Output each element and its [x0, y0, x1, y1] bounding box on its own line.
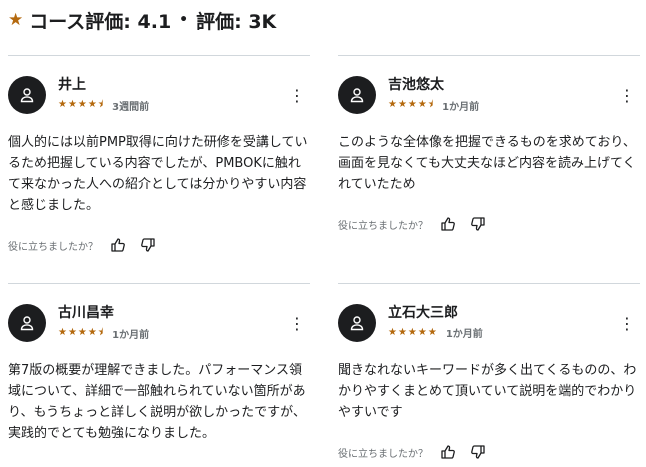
more-options-icon[interactable]: ⋮ — [618, 86, 636, 105]
avatar — [8, 76, 46, 114]
user-icon — [350, 88, 364, 103]
avatar — [8, 304, 46, 342]
reviewer-name: 吉池悠太 — [388, 77, 444, 93]
star-rating: ★★★★⯨ — [388, 99, 435, 110]
review-card: 古川昌幸 ★★★★⯨ 1か月前 ⋮ 第7版の概要が理解できました。パフォーマンス… — [8, 283, 310, 444]
thumbs-up-icon[interactable] — [438, 214, 458, 234]
helpful-label: 役に立ちましたか？ — [338, 220, 428, 232]
rating-count: 評価: 3K — [196, 10, 277, 33]
thumbs-up-icon[interactable] — [438, 442, 458, 462]
separator-dot: • — [179, 12, 189, 28]
card-divider — [338, 55, 640, 56]
card-divider — [8, 283, 310, 284]
thumbs-up-icon[interactable] — [108, 235, 128, 255]
review-time: 3週間前 — [112, 102, 150, 113]
avatar — [338, 304, 376, 342]
review-text: 聞きなれないキーワードが多く出てくるものの、わかりやすくまとめて頂いていて説明を… — [338, 363, 637, 420]
thumbs-down-icon[interactable] — [468, 214, 488, 234]
thumbs-down-icon[interactable] — [468, 442, 488, 462]
more-options-icon[interactable]: ⋮ — [618, 314, 636, 333]
review-time: 1か月前 — [442, 102, 480, 113]
reviewer-name: 井上 — [58, 77, 86, 93]
review-card: 立石大三郎 ★★★★★ 1か月前 ⋮ 聞きなれないキーワードが多く出てくるものの… — [338, 283, 640, 463]
star-icon: ★ — [8, 10, 24, 30]
user-icon — [20, 316, 34, 331]
star-rating: ★★★★★ — [388, 327, 438, 338]
card-divider — [338, 283, 640, 284]
user-icon — [20, 88, 34, 103]
thumbs-down-icon[interactable] — [138, 235, 158, 255]
review-text: 第7版の概要が理解できました。パフォーマンス領域について、詳細で一部触れられてい… — [8, 363, 306, 441]
helpful-label: 役に立ちましたか？ — [8, 241, 98, 253]
more-options-icon[interactable]: ⋮ — [288, 314, 306, 333]
star-rating: ★★★★⯨ — [58, 327, 105, 338]
user-icon — [350, 316, 364, 331]
star-rating: ★★★★⯨ — [58, 99, 105, 110]
helpful-label: 役に立ちましたか？ — [338, 448, 428, 460]
reviewer-name: 古川昌幸 — [58, 305, 114, 321]
course-rating-header: ★ コース評価: 4.1 • 評価: 3K — [8, 6, 276, 34]
course-rating-title: コース評価: 4.1 — [29, 10, 172, 33]
review-text: このような全体像を把握できるものを求めており、画面を見なくても大丈夫なほど内容を… — [338, 135, 636, 192]
card-divider — [8, 55, 310, 56]
more-options-icon[interactable]: ⋮ — [288, 86, 306, 105]
reviewer-name: 立石大三郎 — [388, 305, 458, 321]
review-card: 井上 ★★★★⯨ 3週間前 ⋮ 個人的には以前PMP取得に向けた研修を受講してい… — [8, 55, 310, 256]
review-time: 1か月前 — [112, 330, 150, 341]
review-time: 1か月前 — [445, 329, 483, 340]
review-card: 吉池悠太 ★★★★⯨ 1か月前 ⋮ このような全体像を把握できるものを求めており… — [338, 55, 640, 235]
avatar — [338, 76, 376, 114]
review-text: 個人的には以前PMP取得に向けた研修を受講しているため把握している内容でしたが、… — [8, 135, 308, 213]
